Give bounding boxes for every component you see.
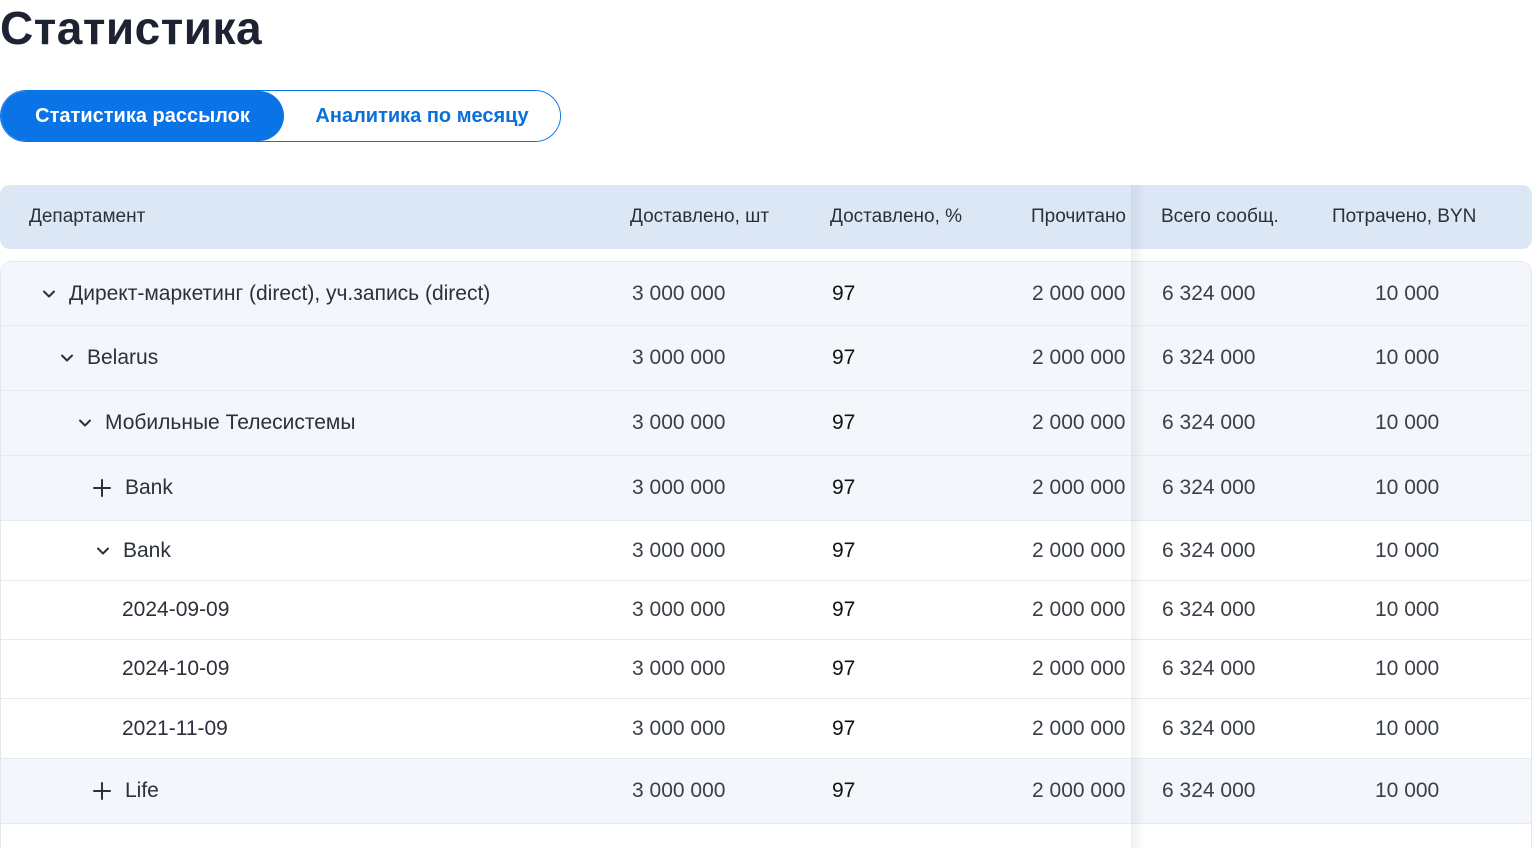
delivered-count-cell: 3 000 000 <box>632 657 726 680</box>
plus-icon[interactable] <box>91 780 113 802</box>
department-label: Bank <box>125 476 173 499</box>
delivered-percent-cell: 97 <box>832 538 856 562</box>
department-label: 2024-10-09 <box>122 657 230 680</box>
department-cell: Bank <box>1 456 621 520</box>
spent-cell: 10 000 <box>1375 598 1440 621</box>
chevron-down-icon[interactable] <box>41 286 57 302</box>
column-header-delivered-percent[interactable]: Доставлено, % <box>830 185 1020 249</box>
column-header-total-messages[interactable]: Всего сообщ. <box>1161 185 1321 249</box>
delivered-count-cell: 3 000 000 <box>632 346 726 369</box>
delivered-percent-cell: 97 <box>832 476 856 499</box>
department-label: 2024-09-09 <box>122 598 230 621</box>
delivered-count-cell: 3 000 000 <box>632 476 726 499</box>
column-header-spent[interactable]: Потрачено, BYN <box>1332 185 1522 249</box>
table-row[interactable]: 2021-11-09 3 000 000 97 2 000 000 6 324 000 1… <box>1 699 1531 759</box>
tab-monthly-analytics[interactable]: Аналитика по месяцу <box>284 91 560 141</box>
department-cell: Мобильные Телесистемы <box>1 391 621 455</box>
department-label: Belarus <box>87 346 159 369</box>
department-label: Life <box>125 779 159 802</box>
department-cell: Bank <box>1 521 621 580</box>
delivered-percent-cell: 97 <box>832 598 856 621</box>
page-title: Статистика <box>0 2 263 54</box>
total-messages-cell: 6 324 000 <box>1162 598 1256 621</box>
read-cell: 2 000 000 <box>1032 281 1126 305</box>
table-row[interactable]: Мобильные Телесистемы 3 000 000 97 2 000 00… <box>1 391 1531 456</box>
read-cell: 2 000 000 <box>1032 346 1126 369</box>
total-messages-cell: 6 324 000 <box>1162 716 1256 740</box>
read-cell: 2 000 000 <box>1032 657 1126 680</box>
read-cell: 2 000 000 <box>1032 779 1126 802</box>
total-messages-cell: 6 324 000 <box>1162 411 1256 434</box>
read-cell: 2 000 000 <box>1032 476 1126 499</box>
chevron-down-icon[interactable] <box>77 415 93 431</box>
spent-cell: 10 000 <box>1375 716 1440 740</box>
department-label: 2021-11-09 <box>122 716 228 740</box>
column-header-department[interactable]: Департамент <box>29 185 609 249</box>
table-row[interactable]: 2024-10-09 3 000 000 97 2 000 000 6 324 000 1… <box>1 640 1531 699</box>
department-cell: Life <box>1 759 621 823</box>
column-header-delivered-count[interactable]: Доставлено, шт <box>630 185 820 249</box>
department-label: Мобильные Телесистемы <box>105 411 356 434</box>
spent-cell: 10 000 <box>1375 476 1440 499</box>
table-row[interactable]: Life 3 000 000 97 2 000 000 6 324 000 10 000 <box>1 759 1531 824</box>
read-cell: 2 000 000 <box>1032 716 1126 740</box>
table-header: Департамент Доставлено, шт Доставлено, %… <box>0 185 1532 249</box>
table-row[interactable]: Belarus 3 000 000 97 2 000 000 6 324 000 10 0… <box>1 326 1531 391</box>
spent-cell: 10 000 <box>1375 657 1440 680</box>
spent-cell: 10 000 <box>1375 411 1440 434</box>
table-row[interactable]: 2024-09-09 3 000 000 97 2 000 000 6 324 000 1… <box>1 581 1531 640</box>
table-row[interactable] <box>1 824 1531 848</box>
spent-cell: 10 000 <box>1375 779 1440 802</box>
department-cell: Belarus <box>1 326 621 390</box>
total-messages-cell: 6 324 000 <box>1162 346 1256 369</box>
delivered-count-cell: 3 000 000 <box>632 716 726 740</box>
delivered-percent-cell: 97 <box>832 716 856 740</box>
total-messages-cell: 6 324 000 <box>1162 281 1256 305</box>
total-messages-cell: 6 324 000 <box>1162 476 1256 499</box>
department-cell: Директ-маркетинг (direct), уч.запись (di… <box>1 262 621 325</box>
delivered-count-cell: 3 000 000 <box>632 779 726 802</box>
spent-cell: 10 000 <box>1375 538 1440 562</box>
delivered-percent-cell: 97 <box>832 779 856 802</box>
total-messages-cell: 6 324 000 <box>1162 538 1256 562</box>
delivered-count-cell: 3 000 000 <box>632 411 726 434</box>
delivered-count-cell: 3 000 000 <box>632 538 726 562</box>
read-cell: 2 000 000 <box>1032 411 1126 434</box>
column-header-read[interactable]: Прочитано <box>1031 185 1132 249</box>
delivered-percent-cell: 97 <box>832 281 856 305</box>
tab-switcher: Статистика рассылок Аналитика по месяцу <box>0 90 561 142</box>
chevron-down-icon[interactable] <box>95 543 111 559</box>
department-label: Bank <box>123 538 171 562</box>
table-row[interactable]: Директ-маркетинг (direct), уч.запись (di… <box>1 262 1531 326</box>
delivered-count-cell: 3 000 000 <box>632 281 726 305</box>
read-cell: 2 000 000 <box>1032 598 1126 621</box>
table-body: Директ-маркетинг (direct), уч.запись (di… <box>0 261 1532 848</box>
plus-icon[interactable] <box>91 477 113 499</box>
chevron-down-icon[interactable] <box>59 350 75 366</box>
delivered-percent-cell: 97 <box>832 657 856 680</box>
read-cell: 2 000 000 <box>1032 538 1126 562</box>
spent-cell: 10 000 <box>1375 281 1440 305</box>
department-cell: 2024-10-09 <box>1 640 621 698</box>
delivered-percent-cell: 97 <box>832 411 856 434</box>
table-row[interactable]: Bank 3 000 000 97 2 000 000 6 324 000 10 000 <box>1 456 1531 521</box>
delivered-count-cell: 3 000 000 <box>632 598 726 621</box>
delivered-percent-cell: 97 <box>832 346 856 369</box>
department-cell: 2021-11-09 <box>1 699 621 758</box>
total-messages-cell: 6 324 000 <box>1162 657 1256 680</box>
tab-mailing-stats[interactable]: Статистика рассылок <box>1 91 284 141</box>
spent-cell: 10 000 <box>1375 346 1440 369</box>
table-row[interactable]: Bank 3 000 000 97 2 000 000 6 324 000 10 000 <box>1 521 1531 581</box>
department-label: Директ-маркетинг (direct), уч.запись (di… <box>69 281 491 305</box>
department-cell: 2024-09-09 <box>1 581 621 639</box>
total-messages-cell: 6 324 000 <box>1162 779 1256 802</box>
